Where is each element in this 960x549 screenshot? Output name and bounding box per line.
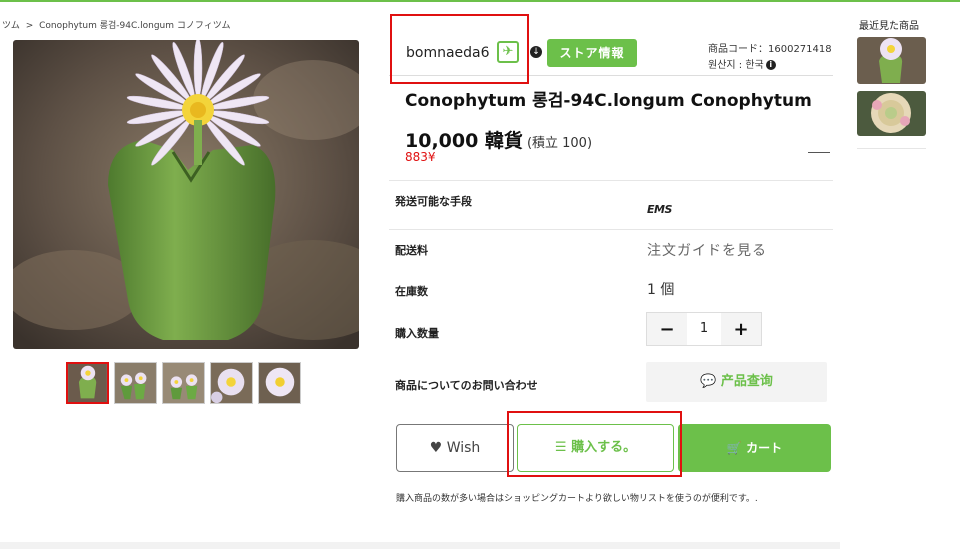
recent-item-2[interactable] xyxy=(857,91,926,136)
info-icon[interactable]: i xyxy=(765,60,776,70)
inquiry-button-label: 产品查询 xyxy=(720,374,773,389)
shipping-label: 発送可能な手段 xyxy=(395,195,472,208)
origin-row: 원산지 : 한국 i xyxy=(708,56,776,71)
buy-label: 購入する。 xyxy=(571,440,637,455)
quantity-label: 購入数量 xyxy=(395,327,439,340)
yen-price: 883¥ xyxy=(405,150,436,164)
cart-label: カート xyxy=(746,441,783,455)
recent-divider xyxy=(857,148,926,149)
inquiry-label: 商品についてのお問い合わせ xyxy=(395,379,538,392)
ems-logo: EMS xyxy=(647,203,672,216)
thumbnail-5[interactable] xyxy=(258,362,301,404)
thumbnail-4[interactable] xyxy=(210,362,253,404)
purchase-note: 購入商品の数が多い場合はショッピングカートより欲しい物リストを使うのが便利です。… xyxy=(396,494,758,504)
bottom-divider xyxy=(0,542,840,549)
quantity-input[interactable]: 1 xyxy=(687,313,721,345)
info-table: 発送可能な手段 EMS 配送料 注文ガイドを見る 在庫数 1 個 購入数量 − … xyxy=(389,180,833,411)
store-info-button[interactable]: ストア情報 xyxy=(547,39,637,67)
points: (積立 100) xyxy=(526,136,593,151)
quantity-plus-button[interactable]: + xyxy=(721,319,761,340)
coins-icon: ☰ xyxy=(554,440,567,455)
download-circle-icon[interactable]: ↓ xyxy=(530,46,542,58)
chat-icon: 💬 xyxy=(700,374,717,389)
airplane-icon[interactable]: ✈ xyxy=(497,41,519,63)
row-stock: 在庫数 1 個 xyxy=(389,271,833,311)
quantity-minus-button[interactable]: − xyxy=(647,319,687,340)
stock-label: 在庫数 xyxy=(395,285,428,298)
order-guide-link[interactable]: 注文ガイドを見る xyxy=(647,240,767,260)
thumbnail-1[interactable] xyxy=(66,362,109,404)
row-shipping: 発送可能な手段 EMS xyxy=(389,180,833,229)
recent-item-1[interactable] xyxy=(857,37,926,84)
seller-name[interactable]: bomnaeda6 xyxy=(406,45,490,61)
cart-button[interactable]: 🛒 カート xyxy=(678,424,831,472)
cart-icon: 🛒 xyxy=(726,441,742,455)
breadcrumb-separator: > xyxy=(25,21,34,31)
stock-value: 1 個 xyxy=(647,282,675,298)
product-title: Conophytum 롱검-94C.longum Conophytum xyxy=(405,91,812,111)
shipping-fee-label: 配送料 xyxy=(395,244,428,257)
shipping-value: EMS xyxy=(647,201,672,217)
breadcrumb: ツム > Conophytum 롱검-94C.longum コノフィツム xyxy=(2,18,234,31)
quantity-stepper: − 1 + xyxy=(646,312,762,346)
wish-label: Wish xyxy=(446,440,481,456)
heart-icon: ♥ xyxy=(429,440,443,456)
price: 10,000 韓貨 (積立 100) xyxy=(405,126,592,153)
top-accent-line xyxy=(0,0,960,2)
collapse-dash-icon[interactable] xyxy=(808,152,830,153)
wish-button[interactable]: ♥ Wish xyxy=(396,424,514,472)
breadcrumb-item-current[interactable]: Conophytum 롱검-94C.longum コノフィツム xyxy=(39,21,230,31)
buy-button[interactable]: ☰ 購入する。 xyxy=(517,424,674,472)
product-inquiry-button[interactable]: 💬 产品查询 xyxy=(646,362,827,402)
product-code: 商品コード：1600271418 xyxy=(708,44,832,55)
seller-row: bomnaeda6 ✈ ↓ ストア情報 商品コード：1600271418 원산지… xyxy=(389,14,833,76)
main-product-image[interactable] xyxy=(13,40,359,349)
price-value: 10,000 韓貨 xyxy=(405,130,523,152)
origin-text: 원산지 : 한국 xyxy=(708,60,764,71)
thumbnail-2[interactable] xyxy=(114,362,157,404)
thumbnail-strip xyxy=(66,362,301,404)
breadcrumb-item[interactable]: ツム xyxy=(2,21,20,31)
row-shipping-fee: 配送料 注文ガイドを見る xyxy=(389,229,833,271)
recent-items-title: 最近見た商品 xyxy=(859,21,919,32)
thumbnail-3[interactable] xyxy=(162,362,205,404)
row-quantity: 購入数量 xyxy=(389,311,833,361)
